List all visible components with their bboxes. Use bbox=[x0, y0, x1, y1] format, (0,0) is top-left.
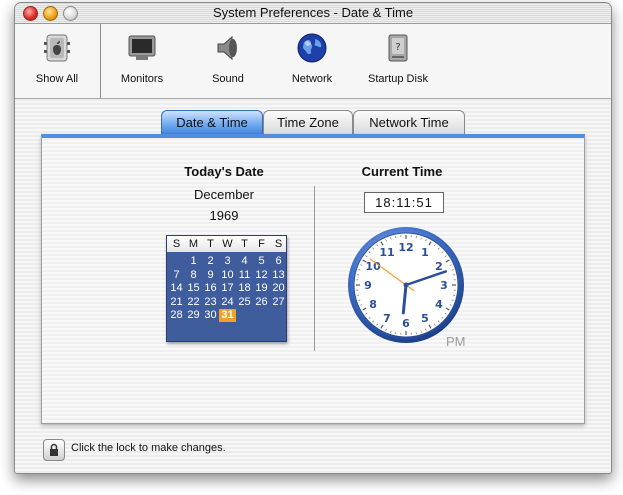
clock-number: 2 bbox=[435, 260, 443, 273]
calendar-day[interactable]: 23 bbox=[202, 296, 219, 309]
calendar-weekday: T bbox=[241, 238, 248, 250]
calendar-day[interactable]: 6 bbox=[270, 255, 287, 268]
clock-number: 1 bbox=[421, 246, 429, 259]
calendar-day[interactable]: 21 bbox=[168, 296, 185, 309]
calendar-day[interactable]: 16 bbox=[202, 282, 219, 295]
calendar-weekday: M bbox=[188, 238, 199, 250]
todays-date-heading: Today's Date bbox=[184, 164, 264, 179]
calendar-day[interactable]: 2 bbox=[202, 255, 219, 268]
calendar-day[interactable]: 19 bbox=[253, 282, 270, 295]
globe-icon bbox=[297, 33, 327, 63]
calendar-day[interactable]: 12 bbox=[253, 269, 270, 282]
calendar-day[interactable]: 8 bbox=[185, 269, 202, 282]
calendar-day[interactable]: 7 bbox=[168, 269, 185, 282]
lock-icon bbox=[50, 443, 58, 456]
calendar-day[interactable]: 30 bbox=[202, 309, 219, 322]
year-label: 1969 bbox=[209, 208, 239, 223]
period-label: PM bbox=[446, 334, 466, 349]
calendar-day[interactable]: 11 bbox=[236, 269, 253, 282]
calendar-weekday-row: SMTWTFS bbox=[167, 236, 286, 252]
analog-clock[interactable]: 12 1234567891011 bbox=[346, 225, 466, 345]
calendar-weekday: T bbox=[207, 238, 214, 250]
clock-hub bbox=[403, 282, 409, 288]
calendar-day[interactable]: 25 bbox=[236, 296, 253, 309]
toolbar-divider bbox=[100, 24, 101, 98]
system-preferences-window: System Preferences - Date & Time Show Al… bbox=[14, 2, 612, 474]
toolbar: Show All Monitors Sound Network ? Startu… bbox=[15, 24, 611, 99]
date-time-panel: Today's Date December 1969 SMTWTFS 12345… bbox=[41, 134, 585, 424]
tab-network-time[interactable]: Network Time bbox=[353, 110, 465, 135]
calendar-weekday: W bbox=[222, 238, 233, 250]
window-title: System Preferences - Date & Time bbox=[212, 5, 414, 20]
current-time-heading: Current Time bbox=[361, 164, 443, 179]
calendar-day[interactable]: 20 bbox=[270, 282, 287, 295]
clock-number: 6 bbox=[402, 317, 410, 330]
toolbar-label: Startup Disk bbox=[368, 73, 428, 85]
calendar-day[interactable]: 10 bbox=[219, 269, 236, 282]
clock-number: 11 bbox=[379, 246, 394, 259]
calendar-day[interactable]: 13 bbox=[270, 269, 287, 282]
toolbar-label: Network bbox=[291, 73, 333, 85]
clock-number: 9 bbox=[364, 279, 372, 292]
calendar-day[interactable]: 5 bbox=[253, 255, 270, 268]
calendar-weekday: S bbox=[172, 238, 181, 250]
time-field[interactable]: 18:11:51 bbox=[364, 192, 444, 213]
time-hours[interactable]: 18 bbox=[375, 195, 391, 210]
monitor-icon bbox=[128, 35, 156, 60]
month-label: December bbox=[194, 187, 254, 202]
svg-text:?: ? bbox=[395, 42, 400, 53]
hard-disk-icon: ? bbox=[388, 34, 408, 62]
apple-switch-icon bbox=[44, 34, 70, 62]
toolbar-label: Monitors bbox=[120, 73, 164, 85]
lock-message: Click the lock to make changes. bbox=[71, 442, 226, 454]
toolbar-network[interactable]: Network bbox=[279, 24, 345, 98]
toolbar-monitors[interactable]: Monitors bbox=[111, 24, 173, 98]
toolbar-sound[interactable]: Sound bbox=[197, 24, 259, 98]
clock-number: 5 bbox=[421, 312, 429, 325]
calendar-day[interactable]: 28 bbox=[168, 309, 185, 322]
calendar-day[interactable]: 18 bbox=[236, 282, 253, 295]
calendar-day[interactable]: 24 bbox=[219, 296, 236, 309]
speaker-icon bbox=[217, 35, 237, 61]
calendar-day[interactable]: 17 bbox=[219, 282, 236, 295]
calendar-day[interactable]: 15 bbox=[185, 282, 202, 295]
column-divider bbox=[314, 186, 315, 351]
calendar-day[interactable]: 27 bbox=[270, 296, 287, 309]
toolbar-label: Show All bbox=[35, 73, 79, 85]
toolbar-show-all[interactable]: Show All bbox=[15, 24, 99, 98]
toolbar-startup-disk[interactable]: ? Startup Disk bbox=[361, 24, 435, 98]
calendar-day[interactable]: 14 bbox=[168, 282, 185, 295]
toolbar-label: Sound bbox=[212, 73, 244, 85]
time-minutes[interactable]: 11 bbox=[396, 195, 412, 210]
calendar-weekday: S bbox=[274, 238, 283, 250]
calendar-day[interactable]: 22 bbox=[185, 296, 202, 309]
time-seconds[interactable]: 51 bbox=[416, 195, 432, 210]
lock-button[interactable] bbox=[43, 439, 65, 461]
calendar-weekday: F bbox=[258, 238, 265, 250]
title-bar[interactable]: System Preferences - Date & Time bbox=[15, 3, 611, 24]
calendar-day[interactable]: 4 bbox=[236, 255, 253, 268]
clock-number: 7 bbox=[383, 312, 391, 325]
calendar-day[interactable]: 1 bbox=[185, 255, 202, 268]
clock-number: 4 bbox=[435, 298, 443, 311]
tab-date-time[interactable]: Date & Time bbox=[161, 110, 263, 135]
calendar-day[interactable]: 26 bbox=[253, 296, 270, 309]
tab-time-zone[interactable]: Time Zone bbox=[263, 110, 353, 135]
calendar[interactable]: SMTWTFS 1 2 3 4 5 6 7 8 9 10 11 12 13 14 15 16 17 18 19 20 2… bbox=[166, 235, 287, 342]
clock-number: 3 bbox=[440, 279, 448, 292]
calendar-day[interactable]: 31 bbox=[219, 309, 236, 322]
clock-number: 12 bbox=[398, 241, 413, 254]
calendar-day[interactable]: 29 bbox=[185, 309, 202, 322]
clock-number: 8 bbox=[369, 298, 377, 311]
calendar-day[interactable]: 9 bbox=[202, 269, 219, 282]
calendar-day[interactable]: 3 bbox=[219, 255, 236, 268]
